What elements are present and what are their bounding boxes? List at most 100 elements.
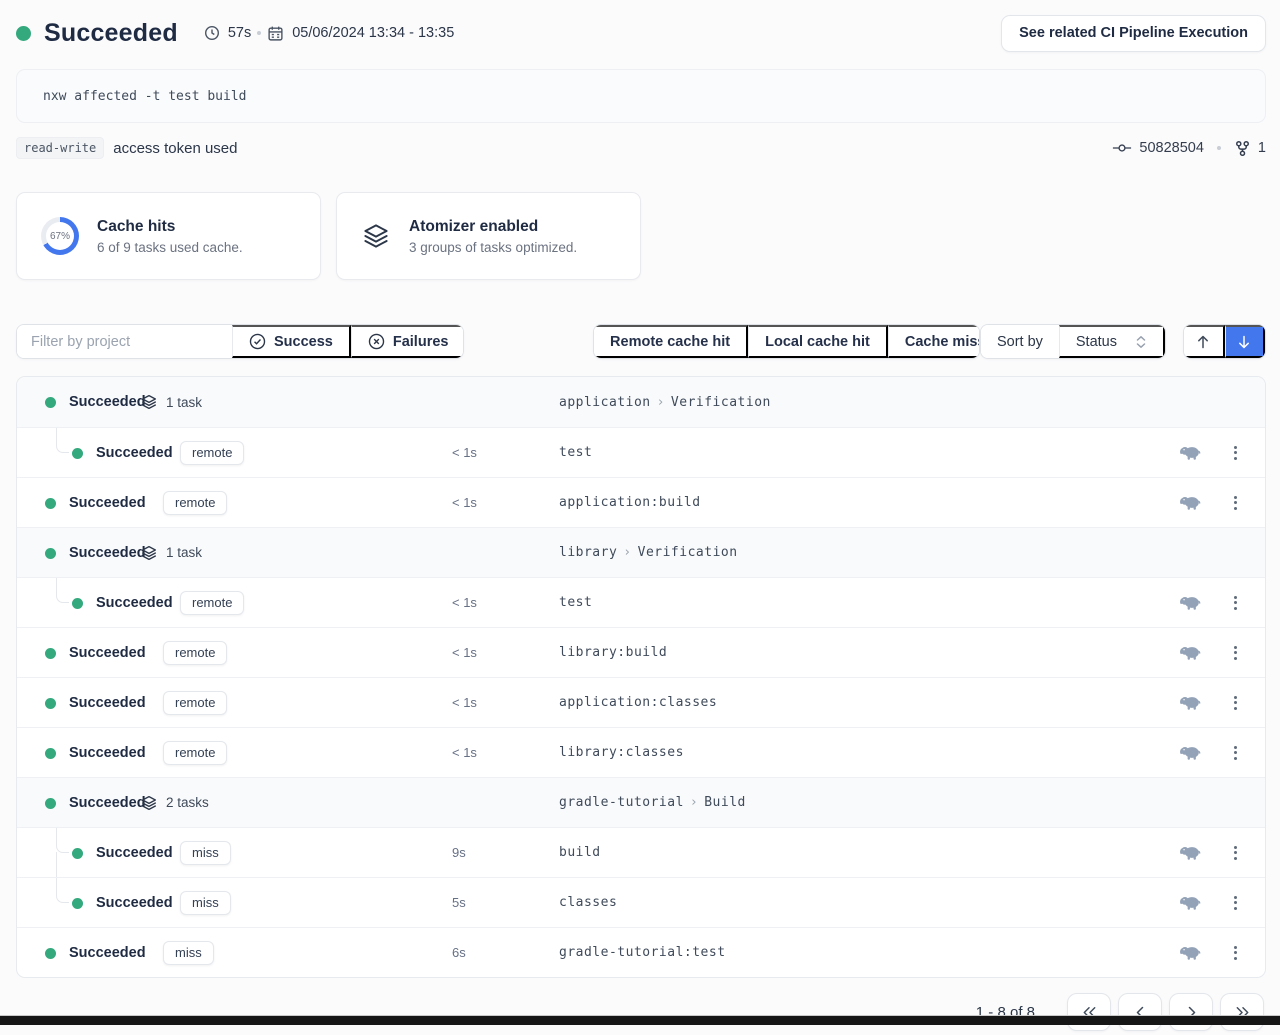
gradle-elephant-icon[interactable] [1179, 444, 1202, 461]
table-row[interactable]: Succeeded 2 tasks gradle-tutorial›Build [17, 777, 1265, 827]
group-meta: 1 task [140, 393, 202, 411]
cache-hits-card: 67% Cache hits 6 of 9 tasks used cache. [16, 192, 321, 280]
failures-filter-button[interactable]: Failures [351, 325, 464, 358]
cache-status-badge: remote [180, 591, 244, 615]
row-actions [1179, 942, 1239, 964]
table-row[interactable]: Succeeded miss 9s build [17, 827, 1265, 877]
filter-by-project-input[interactable] [17, 325, 232, 358]
row-menu-kebab-icon[interactable] [1232, 692, 1239, 714]
row-task-name: application:classes [559, 695, 717, 710]
row-duration: 6s [452, 945, 466, 960]
table-row[interactable]: Succeeded miss 6s gradle-tutorial:test [17, 927, 1265, 977]
chevron-right-icon: › [684, 795, 704, 810]
table-row[interactable]: Succeeded remote < 1s library:classes [17, 727, 1265, 777]
row-duration: < 1s [452, 645, 477, 660]
see-related-ci-pipeline-button[interactable]: See related CI Pipeline Execution [1001, 15, 1266, 52]
row-menu-kebab-icon[interactable] [1232, 592, 1239, 614]
command-box: nxw affected -t test build [16, 69, 1266, 123]
row-menu-kebab-icon[interactable] [1232, 742, 1239, 764]
row-status-dot [45, 698, 56, 709]
gradle-elephant-icon[interactable] [1179, 644, 1202, 661]
command-text: nxw affected -t test build [43, 89, 247, 104]
gradle-elephant-icon[interactable] [1179, 494, 1202, 511]
row-task-name: test [559, 445, 592, 460]
row-status-label: Succeeded [69, 645, 146, 661]
row-task-name: application:build [559, 495, 701, 510]
gradle-elephant-icon[interactable] [1179, 694, 1202, 711]
task-count-label: 2 tasks [166, 795, 209, 810]
cache-status-badge: remote [163, 691, 227, 715]
layers-icon [361, 221, 391, 251]
sort-ascending-button[interactable] [1184, 325, 1224, 358]
table-row[interactable]: Succeeded remote < 1s application:classe… [17, 677, 1265, 727]
row-menu-kebab-icon[interactable] [1232, 892, 1239, 914]
row-status-dot [45, 548, 56, 559]
table-row[interactable]: Succeeded remote < 1s library:build [17, 627, 1265, 677]
table-row[interactable]: Succeeded remote < 1s application:build [17, 477, 1265, 527]
row-menu-kebab-icon[interactable] [1232, 492, 1239, 514]
row-status-dot [72, 848, 83, 859]
next-page-button[interactable] [1169, 993, 1213, 1031]
chevron-updown-icon [1135, 335, 1147, 349]
separator-dot [1217, 146, 1221, 150]
bottom-edge-bar [0, 1015, 1280, 1025]
cache-status-badge: remote [163, 741, 227, 765]
remote-cache-hit-button[interactable]: Remote cache hit [594, 325, 748, 358]
tree-connector [56, 428, 69, 453]
previous-page-button[interactable] [1118, 993, 1162, 1031]
table-row[interactable]: Succeeded 1 task application›Verificatio… [17, 377, 1265, 427]
cache-status-badge: miss [180, 891, 231, 915]
git-commit-icon [1112, 141, 1132, 155]
local-cache-hit-button[interactable]: Local cache hit [748, 325, 888, 358]
branch-count[interactable]: 1 [1258, 140, 1266, 156]
duration-label: 57s [228, 25, 251, 41]
last-page-button[interactable] [1220, 993, 1264, 1031]
row-menu-kebab-icon[interactable] [1232, 642, 1239, 664]
row-status-label: Succeeded [69, 745, 146, 761]
sort-descending-button[interactable] [1225, 325, 1265, 358]
row-status-label: Succeeded [96, 845, 173, 861]
row-status-dot [45, 498, 56, 509]
table-row[interactable]: Succeeded remote < 1s test [17, 577, 1265, 627]
vcs-info: 50828504 1 [1112, 140, 1266, 157]
row-status-dot [45, 948, 56, 959]
pagination-bar: 1 - 8 of 8 [16, 993, 1266, 1031]
table-row[interactable]: Succeeded remote < 1s test [17, 427, 1265, 477]
gradle-elephant-icon[interactable] [1179, 844, 1202, 861]
sort-status-select[interactable]: Status [1059, 325, 1165, 358]
group-meta: 2 tasks [140, 794, 209, 812]
row-menu-kebab-icon[interactable] [1232, 942, 1239, 964]
sort-direction-group [1183, 324, 1266, 359]
git-branch-icon [1234, 140, 1251, 157]
layers-icon [140, 393, 158, 411]
gradle-elephant-icon[interactable] [1179, 944, 1202, 961]
project-filter-group: Success Failures [16, 324, 464, 359]
summary-cards: 67% Cache hits 6 of 9 tasks used cache. … [16, 192, 1266, 280]
x-circle-icon [368, 333, 385, 350]
table-row[interactable]: Succeeded 1 task library›Verification [17, 527, 1265, 577]
gradle-elephant-icon[interactable] [1179, 744, 1202, 761]
row-menu-kebab-icon[interactable] [1232, 442, 1239, 464]
gradle-elephant-icon[interactable] [1179, 594, 1202, 611]
task-list: Succeeded 1 task application›Verificatio… [16, 376, 1266, 978]
first-page-button[interactable] [1067, 993, 1111, 1031]
row-task-name: build [559, 845, 601, 860]
atomizer-subtitle: 3 groups of tasks optimized. [409, 240, 577, 255]
row-project-path: library›Verification [559, 545, 738, 560]
access-token-text: access token used [113, 140, 237, 157]
run-detail-page: Succeeded 57s 05/06/2024 13:34 - 13:35 S… [0, 0, 1280, 1025]
row-actions [1179, 892, 1239, 914]
row-menu-kebab-icon[interactable] [1232, 842, 1239, 864]
table-row[interactable]: Succeeded miss 5s classes [17, 877, 1265, 927]
row-actions [1179, 492, 1239, 514]
row-status-label: Succeeded [69, 495, 146, 511]
commit-sha[interactable]: 50828504 [1139, 140, 1204, 156]
row-status-label: Succeeded [96, 595, 173, 611]
row-status-label: Succeeded [96, 445, 173, 461]
date-range-label: 05/06/2024 13:34 - 13:35 [292, 25, 454, 41]
chevron-right-icon: › [617, 545, 637, 560]
success-filter-button[interactable]: Success [232, 325, 351, 358]
sort-by-label: Sort by [981, 325, 1059, 358]
gradle-elephant-icon[interactable] [1179, 894, 1202, 911]
cache-miss-button[interactable]: Cache miss [888, 325, 980, 358]
